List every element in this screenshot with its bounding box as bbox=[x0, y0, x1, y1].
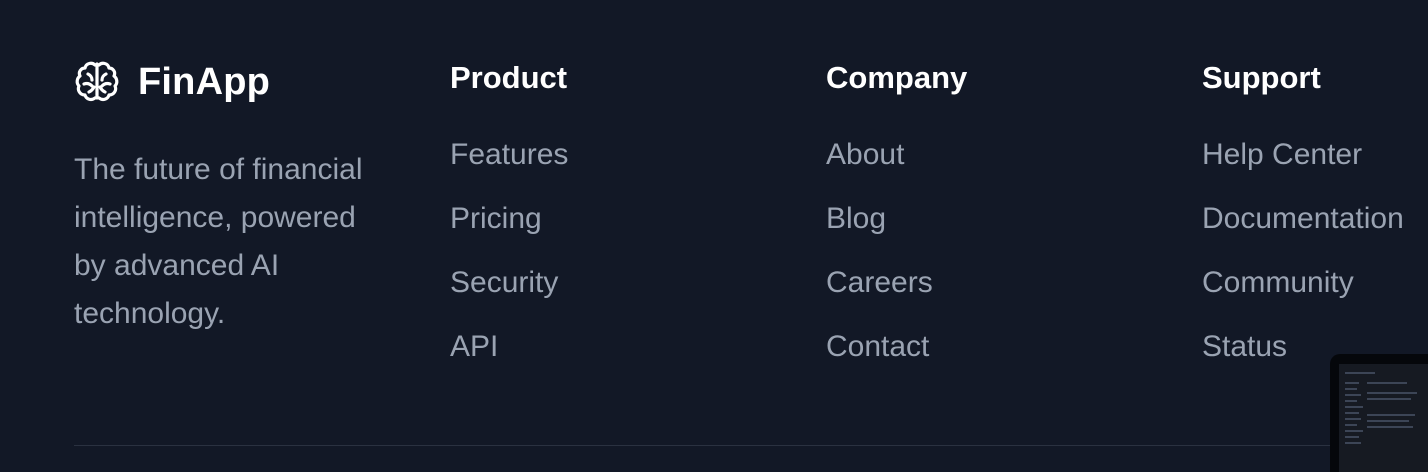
brand-logo-link[interactable]: FinApp bbox=[74, 58, 394, 106]
link-api[interactable]: API bbox=[450, 328, 568, 366]
preview-line bbox=[1345, 430, 1363, 432]
preview-line bbox=[1345, 372, 1375, 374]
app-preview-screen bbox=[1339, 364, 1428, 472]
preview-line bbox=[1345, 388, 1357, 390]
support-links: Help Center Documentation Community Stat… bbox=[1202, 136, 1404, 366]
link-contact[interactable]: Contact bbox=[826, 328, 967, 366]
preview-line bbox=[1367, 398, 1411, 400]
brand-tagline: The future of financial intelligence, po… bbox=[74, 153, 363, 330]
app-preview-thumbnail[interactable] bbox=[1330, 354, 1428, 472]
link-community[interactable]: Community bbox=[1202, 264, 1404, 302]
preview-line bbox=[1345, 406, 1363, 408]
link-security[interactable]: Security bbox=[450, 264, 568, 302]
preview-line bbox=[1345, 412, 1359, 414]
column-heading-support: Support bbox=[1202, 60, 1321, 95]
link-documentation[interactable]: Documentation bbox=[1202, 200, 1404, 238]
link-pricing[interactable]: Pricing bbox=[450, 200, 568, 238]
preview-line bbox=[1367, 426, 1413, 428]
preview-line bbox=[1345, 400, 1357, 402]
brain-icon bbox=[74, 59, 120, 105]
column-heading-product: Product bbox=[450, 60, 568, 95]
preview-line bbox=[1345, 418, 1361, 420]
preview-line bbox=[1345, 442, 1361, 444]
link-about[interactable]: About bbox=[826, 136, 967, 174]
link-features[interactable]: Features bbox=[450, 136, 568, 174]
site-footer: FinApp The future of financial intellige… bbox=[0, 0, 1428, 472]
footer-column-product: Product Features Pricing Security API bbox=[450, 58, 568, 392]
footer-divider bbox=[74, 445, 1428, 446]
footer-column-company: Company About Blog Careers Contact bbox=[826, 58, 967, 392]
link-blog[interactable]: Blog bbox=[826, 200, 967, 238]
preview-line bbox=[1345, 382, 1359, 384]
preview-line bbox=[1345, 394, 1361, 396]
product-links: Features Pricing Security API bbox=[450, 136, 568, 366]
company-links: About Blog Careers Contact bbox=[826, 136, 967, 366]
column-heading-company: Company bbox=[826, 60, 968, 95]
brand-name: FinApp bbox=[138, 60, 271, 103]
footer-column-support: Support Help Center Documentation Commun… bbox=[1202, 58, 1404, 392]
preview-line bbox=[1345, 424, 1357, 426]
preview-line bbox=[1367, 414, 1415, 416]
link-help-center[interactable]: Help Center bbox=[1202, 136, 1404, 174]
link-careers[interactable]: Careers bbox=[826, 264, 967, 302]
preview-line bbox=[1367, 420, 1409, 422]
preview-line bbox=[1367, 382, 1407, 384]
preview-line bbox=[1367, 392, 1417, 394]
preview-line bbox=[1345, 436, 1359, 438]
footer-brand: FinApp The future of financial intellige… bbox=[74, 58, 394, 338]
